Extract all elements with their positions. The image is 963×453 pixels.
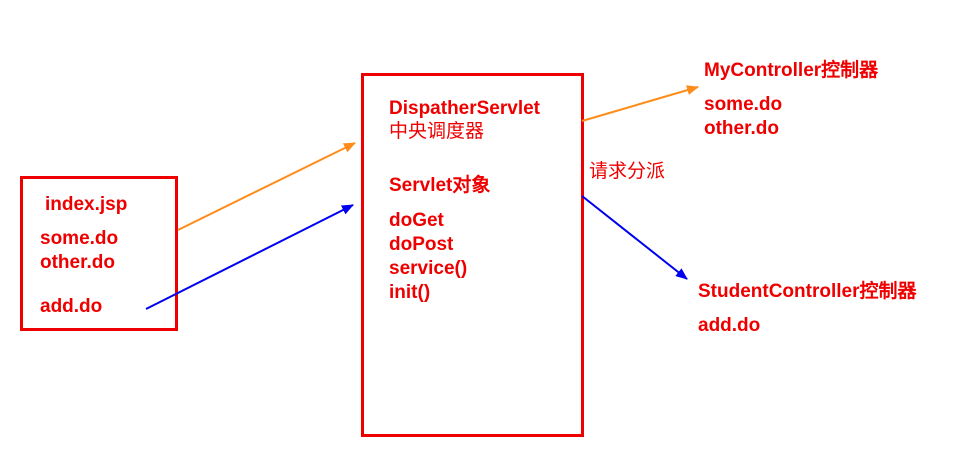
arrow-dispatcher-to-mycontroller bbox=[581, 85, 699, 122]
arrow-dispatcher-to-studentcontroller bbox=[581, 195, 688, 280]
arrows-layer bbox=[145, 85, 699, 310]
arrow-index-to-dispatcher-blue bbox=[145, 204, 354, 310]
